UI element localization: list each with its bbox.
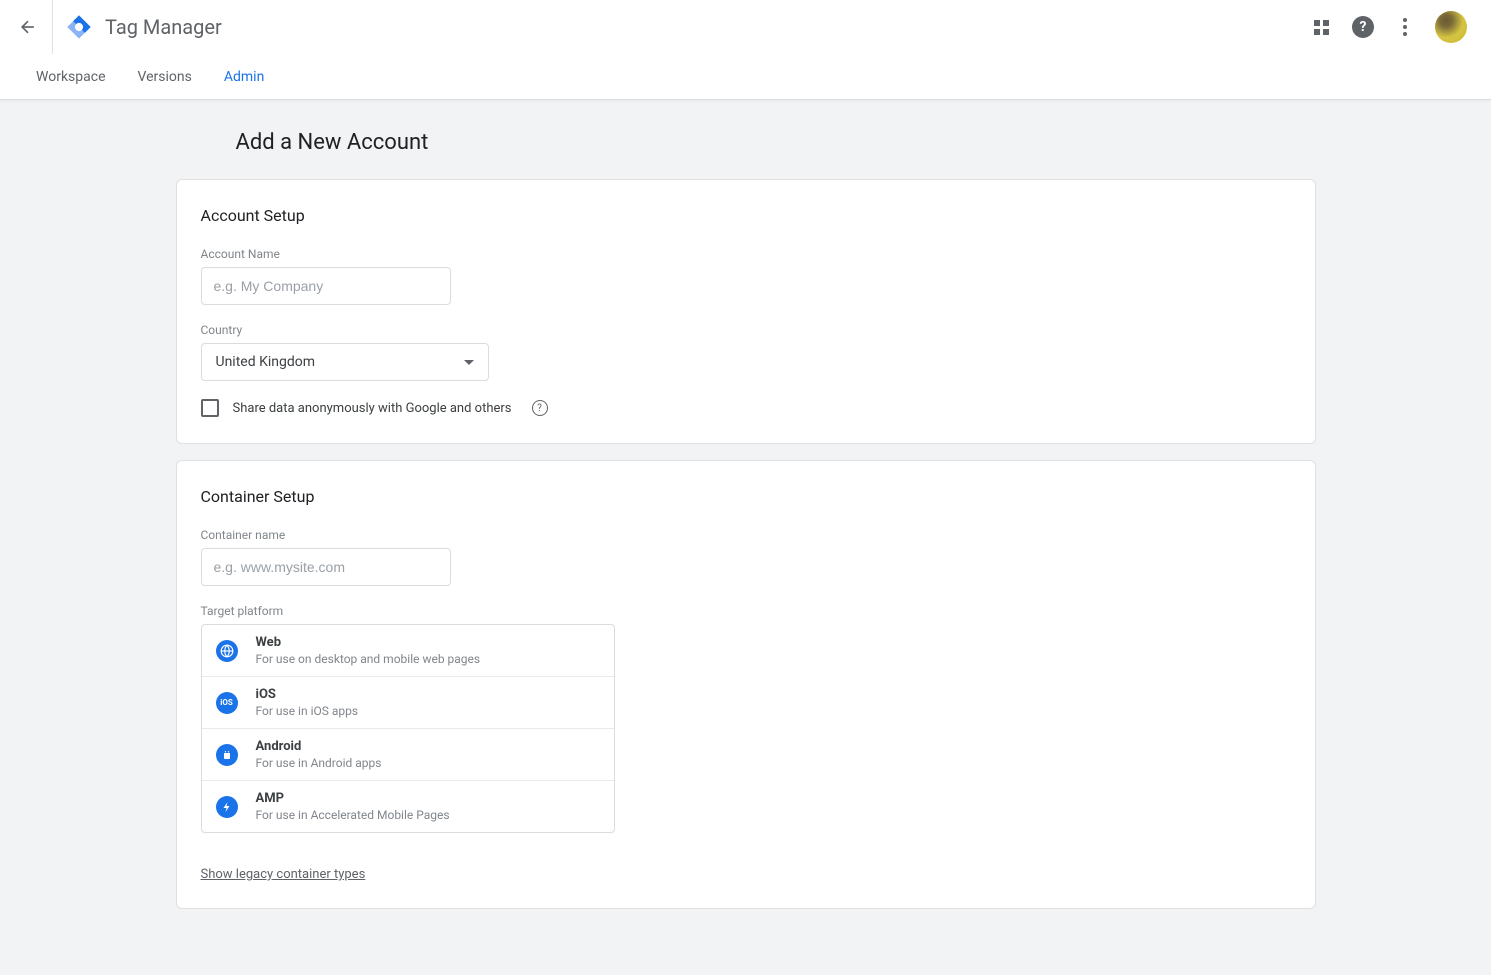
- platform-desc: For use in Android apps: [256, 756, 382, 770]
- container-setup-title: Container Setup: [201, 487, 1291, 506]
- more-button[interactable]: [1393, 15, 1417, 39]
- chevron-down-icon: [464, 360, 474, 365]
- tab-versions[interactable]: Versions: [122, 54, 208, 100]
- container-name-input[interactable]: [201, 548, 451, 586]
- country-label: Country: [201, 323, 1291, 337]
- content-area: Add a New Account Account Setup Account …: [0, 100, 1491, 955]
- country-field: Country United Kingdom: [201, 323, 1291, 381]
- platform-title: iOS: [256, 687, 359, 702]
- arrow-left-icon: [18, 17, 38, 37]
- show-legacy-link[interactable]: Show legacy container types: [201, 867, 366, 882]
- account-setup-card: Account Setup Account Name Country Unite…: [176, 179, 1316, 444]
- container-name-field: Container name: [201, 528, 1291, 586]
- container-name-label: Container name: [201, 528, 1291, 542]
- account-name-field: Account Name: [201, 247, 1291, 305]
- platform-option-android[interactable]: Android For use in Android apps: [202, 728, 614, 780]
- platform-title: AMP: [256, 791, 450, 806]
- avatar[interactable]: [1435, 11, 1467, 43]
- target-platform-label: Target platform: [201, 604, 1291, 618]
- platform-option-ios[interactable]: iOS iOS For use in iOS apps: [202, 676, 614, 728]
- back-button[interactable]: [16, 15, 40, 39]
- ios-icon: iOS: [216, 692, 238, 714]
- more-vertical-icon: [1403, 18, 1407, 36]
- tab-bar: Workspace Versions Admin: [0, 54, 1491, 100]
- apps-button[interactable]: [1309, 15, 1333, 39]
- share-data-checkbox[interactable]: [201, 399, 219, 417]
- share-data-row: Share data anonymously with Google and o…: [201, 399, 1291, 417]
- help-button[interactable]: ?: [1351, 15, 1375, 39]
- app-title: Tag Manager: [105, 15, 222, 39]
- country-value: United Kingdom: [216, 354, 316, 370]
- account-name-input[interactable]: [201, 267, 451, 305]
- country-select[interactable]: United Kingdom: [201, 343, 489, 381]
- platform-desc: For use in Accelerated Mobile Pages: [256, 808, 450, 822]
- account-setup-title: Account Setup: [201, 206, 1291, 225]
- top-bar: Tag Manager ?: [0, 0, 1491, 54]
- page-title: Add a New Account: [236, 130, 1316, 155]
- gtm-logo-icon: [65, 13, 93, 41]
- globe-icon: [216, 640, 238, 662]
- apps-grid-icon: [1314, 20, 1329, 35]
- share-data-label: Share data anonymously with Google and o…: [233, 401, 512, 416]
- platform-title: Web: [256, 635, 481, 650]
- platform-list: Web For use on desktop and mobile web pa…: [201, 624, 615, 833]
- platform-option-amp[interactable]: AMP For use in Accelerated Mobile Pages: [202, 780, 614, 832]
- platform-option-web[interactable]: Web For use on desktop and mobile web pa…: [202, 625, 614, 676]
- target-platform-field: Target platform Web For use on desktop a…: [201, 604, 1291, 833]
- tab-workspace[interactable]: Workspace: [20, 54, 122, 100]
- amp-icon: [216, 796, 238, 818]
- help-tooltip-icon[interactable]: ?: [532, 400, 548, 416]
- container-setup-card: Container Setup Container name Target pl…: [176, 460, 1316, 909]
- vertical-divider: [52, 0, 53, 54]
- android-icon: [216, 744, 238, 766]
- platform-title: Android: [256, 739, 382, 754]
- account-name-label: Account Name: [201, 247, 1291, 261]
- tab-admin[interactable]: Admin: [208, 54, 280, 100]
- platform-desc: For use on desktop and mobile web pages: [256, 652, 481, 666]
- help-icon: ?: [1352, 16, 1374, 38]
- platform-desc: For use in iOS apps: [256, 704, 359, 718]
